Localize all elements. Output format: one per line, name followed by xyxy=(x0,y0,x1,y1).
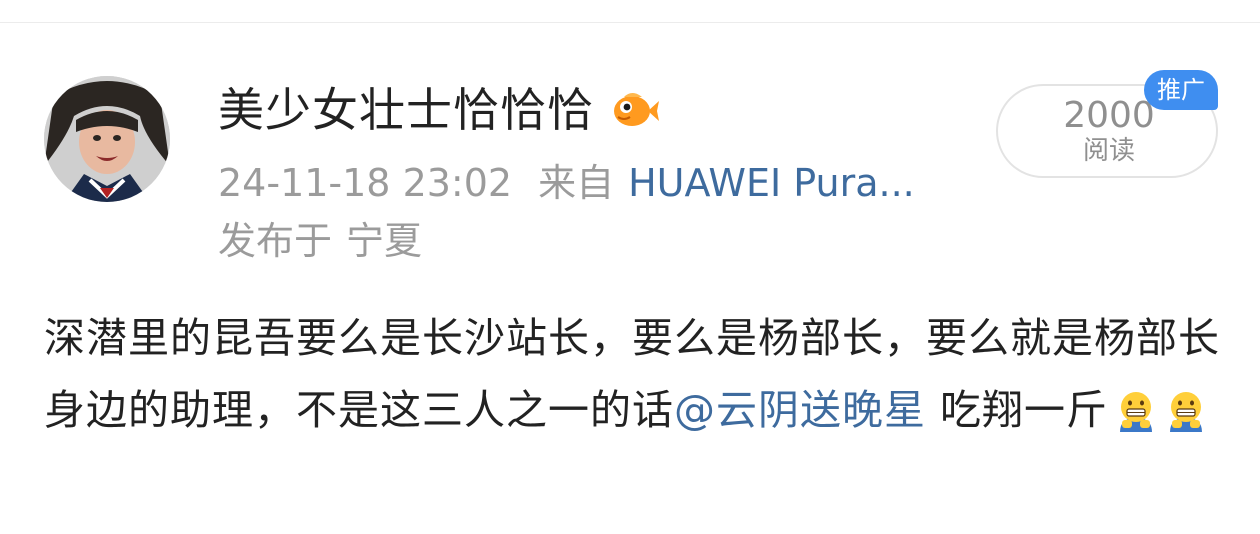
top-divider xyxy=(0,22,1260,23)
avatar[interactable] xyxy=(44,76,170,202)
location-name: 宁夏 xyxy=(346,219,423,263)
mention-link[interactable]: @云阴送晚星 xyxy=(674,386,926,434)
read-label: 阅读 xyxy=(1082,136,1135,166)
author-name[interactable]: 美少女壮士恰恰恰 xyxy=(218,80,594,140)
grimace-emoji-icon xyxy=(1120,392,1153,432)
post-meta: 24-11-18 23:02 来自 HUAWEI Pura... xyxy=(218,158,915,208)
post-content: 深潜里的昆吾要么是长沙站长，要么是杨部长，要么就是杨部长身边的助理，不是这三人之… xyxy=(44,302,1224,446)
post-text-tail: 吃翔一斤 xyxy=(940,386,1109,434)
promo-tag[interactable]: 推广 xyxy=(1144,70,1218,110)
post-location: 发布于 宁夏 xyxy=(218,216,422,266)
source-device-link[interactable]: HUAWEI Pura... xyxy=(628,161,915,205)
grimace-emoji-icon xyxy=(1170,392,1203,432)
fish-badge-icon[interactable] xyxy=(610,85,660,135)
post-timestamp: 24-11-18 23:02 xyxy=(218,161,513,205)
location-prefix: 发布于 xyxy=(218,219,333,263)
avatar-image xyxy=(44,76,170,202)
source-prefix: 来自 xyxy=(538,161,615,205)
username-row: 美少女壮士恰恰恰 xyxy=(218,80,660,140)
